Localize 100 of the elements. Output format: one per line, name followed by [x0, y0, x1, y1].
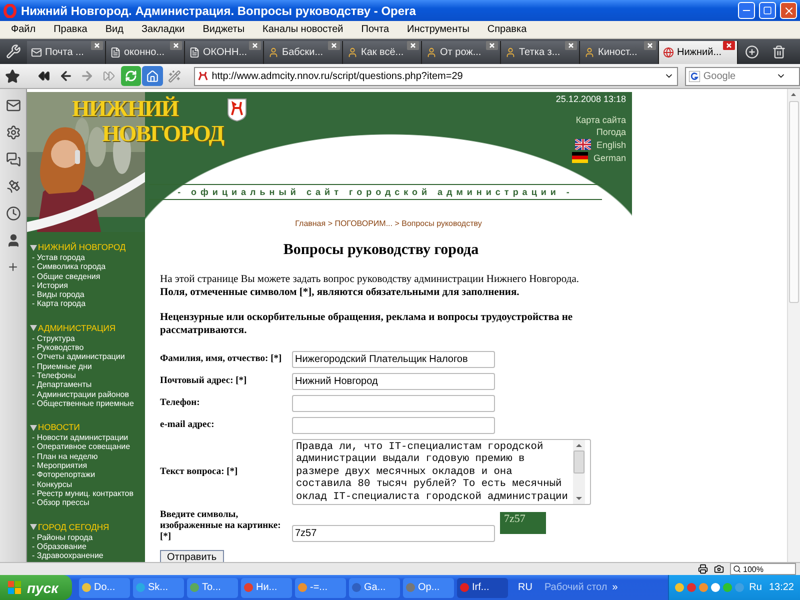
- submit-button[interactable]: Отправить: [160, 550, 224, 562]
- text-field[interactable]: [292, 395, 495, 412]
- taskbar-button[interactable]: Do...: [79, 578, 130, 598]
- nav-link[interactable]: - Телефоны: [30, 370, 145, 380]
- address-bar[interactable]: http://www.admcity.nnov.ru/script/questions.php?item=29: [194, 66, 678, 86]
- text-field[interactable]: Нижний Новгород: [292, 373, 495, 390]
- menu-item[interactable]: Справка: [478, 24, 536, 35]
- scrollbar-icon: [573, 440, 585, 504]
- browser-tab[interactable]: Бабски...: [264, 41, 343, 64]
- nav-section-title[interactable]: АДМИНИСТРАЦИЯ: [30, 322, 145, 334]
- browser-tab[interactable]: Киност...: [580, 41, 659, 64]
- question-field[interactable]: Правда ли, что IT-специалистам городской администрации выдали годовую премию в размере двух месячных окладов и она составила 80 тысяч рублей? То есть месячный оклад IT-специалиста городской администрации: [292, 439, 591, 505]
- close-button[interactable]: [780, 2, 797, 19]
- close-icon[interactable]: [91, 41, 103, 50]
- home-button[interactable]: [142, 66, 163, 86]
- browser-tab[interactable]: Нижний...: [659, 41, 738, 64]
- reload-button[interactable]: [120, 66, 142, 86]
- browser-tab[interactable]: оконно...: [106, 41, 185, 64]
- nav-link[interactable]: - Новости администрации: [30, 433, 145, 442]
- minimize-button[interactable]: [738, 2, 755, 19]
- taskbar-button[interactable]: Ни...: [241, 578, 292, 598]
- browser-tab[interactable]: Как всё...: [343, 41, 422, 64]
- nav-link[interactable]: - Приемные дни: [30, 362, 145, 371]
- nav-link[interactable]: - Мероприятия: [30, 461, 145, 470]
- nav-link[interactable]: - Обзор прессы: [30, 498, 145, 508]
- nav-section-title[interactable]: НОВОСТИ: [30, 422, 145, 434]
- close-icon[interactable]: [644, 41, 656, 50]
- menu-item[interactable]: Закладки: [132, 24, 194, 35]
- toolbar-overflow[interactable]: »: [612, 582, 618, 593]
- text-field[interactable]: Нижегородский Плательщик Налогов: [292, 351, 495, 368]
- header-link[interactable]: Погода: [596, 127, 626, 137]
- browser-tab[interactable]: ОКОНН...: [185, 41, 264, 64]
- nav-section-title[interactable]: ГОРОД СЕГОДНЯ: [30, 522, 145, 533]
- menu-item[interactable]: Правка: [44, 24, 96, 35]
- nav-link[interactable]: - План на неделю: [30, 452, 145, 462]
- taskbar-button[interactable]: Op...: [403, 578, 454, 598]
- language-link[interactable]: English: [596, 140, 626, 150]
- nav-link[interactable]: - Устав города: [30, 253, 145, 262]
- taskbar-button[interactable]: Ga...: [349, 578, 400, 598]
- browser-tab[interactable]: Тетка з...: [501, 41, 580, 64]
- field-label: Текст вопроса: [*]: [160, 466, 239, 478]
- fast-forward-icon: [103, 70, 116, 82]
- nav-link[interactable]: - Отчеты администрации: [30, 352, 145, 362]
- printer-icon[interactable]: [698, 564, 708, 574]
- start-button[interactable]: пуск: [0, 575, 72, 600]
- taskbar-button[interactable]: -=...: [295, 578, 346, 598]
- nav-link[interactable]: - История: [30, 280, 145, 290]
- close-icon[interactable]: [328, 41, 340, 50]
- nav-link[interactable]: - Карта города: [30, 299, 145, 309]
- tagline: - официальный сайт городской администрации -: [149, 184, 602, 200]
- close-icon[interactable]: [407, 41, 419, 50]
- nav-link[interactable]: - Администрации районов: [30, 390, 145, 399]
- captcha-field[interactable]: 7z57: [292, 524, 495, 542]
- nav-section-title[interactable]: НИЖНИЙ НОВГОРОД: [30, 242, 145, 253]
- nav-link[interactable]: - Здравоохранение: [30, 551, 145, 560]
- nav-link[interactable]: - Оперативное совещание: [30, 442, 145, 452]
- nav-link[interactable]: - Реестр муниц. контрактов: [30, 488, 145, 498]
- search-bar[interactable]: Google: [685, 66, 800, 86]
- nav-link[interactable]: - Структура: [30, 334, 145, 344]
- nav-link[interactable]: - Образование: [30, 542, 145, 552]
- zoom-field[interactable]: 100%: [730, 563, 796, 575]
- document-icon: [189, 47, 200, 58]
- close-icon[interactable]: [565, 41, 577, 50]
- taskbar-button[interactable]: To...: [187, 578, 238, 598]
- nav-link[interactable]: - Фоторепортажи: [30, 470, 145, 480]
- nav-link[interactable]: - Конкурсы: [30, 480, 145, 489]
- person-icon: [584, 47, 595, 58]
- url-field[interactable]: http://www.admcity.nnov.ru/script/questions.php?item=29: [212, 70, 660, 82]
- taskbar-button[interactable]: Irf...: [457, 578, 508, 598]
- nav-link[interactable]: - Руководство: [30, 343, 145, 352]
- field-label: Фамилия, имя, отчество: [*]: [160, 354, 283, 365]
- field-label: e-mail адрес:: [160, 420, 216, 431]
- scroll-thumb[interactable]: [789, 101, 799, 303]
- nav-link[interactable]: - Общественные приемные: [30, 398, 145, 408]
- taskbar-button[interactable]: Sk...: [133, 578, 184, 598]
- language-indicator[interactable]: RU: [518, 582, 532, 593]
- app-icon: [190, 583, 199, 592]
- menu-item[interactable]: Инструменты: [398, 24, 478, 35]
- nav-link[interactable]: - Символика города: [30, 262, 145, 272]
- menu-item[interactable]: Почта: [352, 24, 398, 35]
- browser-tab[interactable]: От рож...: [422, 41, 501, 64]
- nav-link[interactable]: - Районы города: [30, 532, 145, 542]
- captcha-image: 7z57: [500, 512, 546, 534]
- text-field[interactable]: [292, 417, 495, 434]
- menu-item[interactable]: Каналы новостей: [254, 24, 352, 35]
- close-icon[interactable]: [486, 41, 498, 50]
- menu-item[interactable]: Виджеты: [194, 24, 254, 35]
- browser-tab[interactable]: Почта ...: [27, 41, 106, 64]
- close-icon[interactable]: [170, 41, 182, 50]
- header-link[interactable]: Карта сайта: [576, 115, 626, 125]
- nav-link[interactable]: - Виды города: [30, 290, 145, 300]
- close-icon[interactable]: [723, 41, 735, 50]
- camera-icon[interactable]: [714, 564, 724, 574]
- nav-link[interactable]: - Департаменты: [30, 380, 145, 390]
- restore-button[interactable]: [759, 2, 776, 19]
- nav-link[interactable]: - Общие сведения: [30, 272, 145, 281]
- menu-item[interactable]: Вид: [96, 24, 132, 35]
- close-icon[interactable]: [249, 41, 261, 50]
- menu-item[interactable]: Файл: [2, 24, 45, 35]
- language-link[interactable]: German: [593, 152, 626, 162]
